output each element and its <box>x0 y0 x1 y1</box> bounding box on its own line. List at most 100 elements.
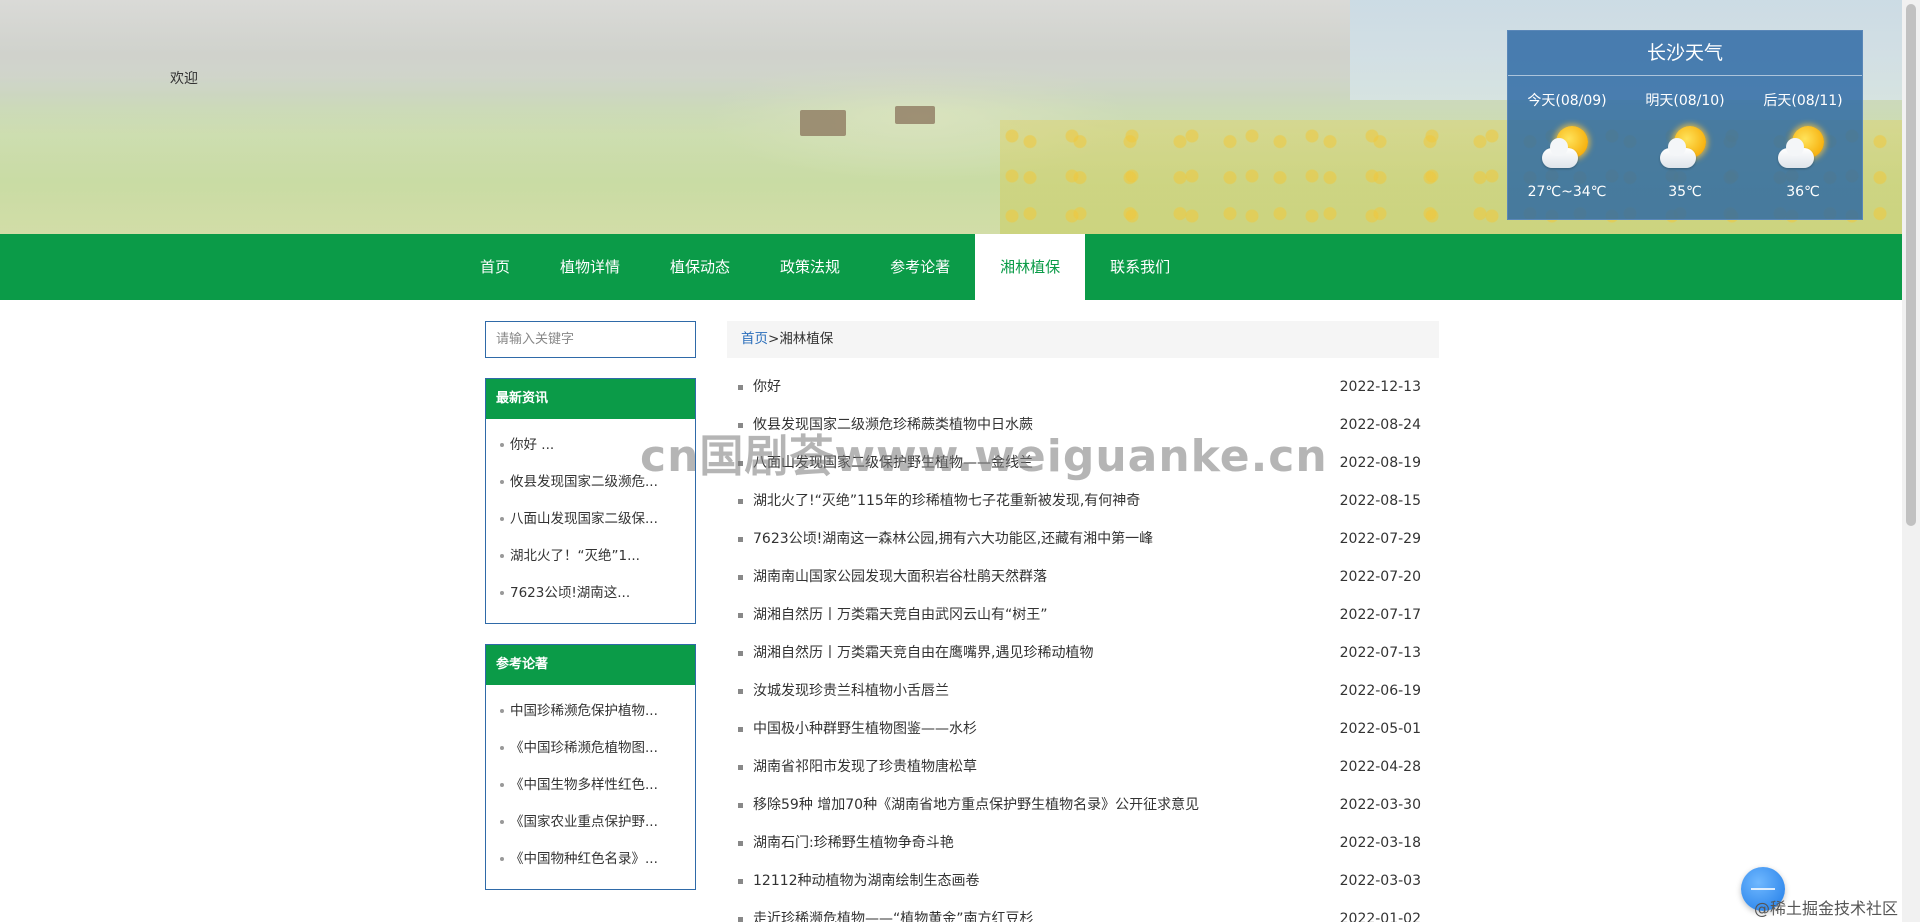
page: 欢迎 长沙天气 今天(08/09) 27℃~34℃ 明天(08/10) 35℃ … <box>0 0 1920 922</box>
nav-item-policies[interactable]: 政策法规 <box>755 234 865 300</box>
search-input[interactable] <box>486 322 695 357</box>
page-scrollbar[interactable] <box>1902 0 1920 922</box>
article-date: 2022-03-18 <box>1339 835 1421 851</box>
bullet-icon <box>500 554 504 558</box>
article-title[interactable]: 移除59种 增加70种《湖南省地方重点保护野生植物名录》公开征求意见 <box>753 786 1199 824</box>
bullet-icon <box>500 857 504 861</box>
banner-hut <box>895 106 935 124</box>
article-title[interactable]: 湖湘自然历丨万类霜天竞自由武冈云山有“树王” <box>753 596 1048 634</box>
weather-day: 明天(08/10) 35℃ <box>1630 90 1740 200</box>
article-date: 2022-05-01 <box>1339 721 1421 737</box>
scrollbar-thumb[interactable] <box>1906 4 1916 526</box>
list-item[interactable]: 《中国生物多样性红色... <box>486 767 695 804</box>
breadcrumb-separator: > <box>768 331 780 347</box>
weather-temp: 27℃~34℃ <box>1527 184 1607 200</box>
bullet-icon <box>738 537 743 542</box>
article-row[interactable]: 走近珍稀濒危植物——“植物黄金”南方红豆杉 2022-01-02 <box>737 900 1421 922</box>
list-item[interactable]: 7623公顷!湖南这... <box>486 575 695 612</box>
panel-title: 参考论著 <box>486 645 695 685</box>
article-title[interactable]: 中国极小种群野生植物图鉴——水杉 <box>753 710 977 748</box>
breadcrumb-current: 湘林植保 <box>779 331 834 347</box>
article-title[interactable]: 走近珍稀濒危植物——“植物黄金”南方红豆杉 <box>753 900 1034 922</box>
breadcrumb-home-link[interactable]: 首页 <box>741 331 768 347</box>
partly-cloudy-icon <box>1778 124 1828 172</box>
watermark-text: cn国剧荟www.weiguanke.cn <box>640 431 1328 482</box>
nav-item-protection-news[interactable]: 植保动态 <box>645 234 755 300</box>
article-title[interactable]: 湖南省祁阳市发现了珍贵植物唐松草 <box>753 748 977 786</box>
bullet-icon <box>500 517 504 521</box>
article-date: 2022-07-17 <box>1339 607 1421 623</box>
article-row[interactable]: 湖湘自然历丨万类霜天竞自由武冈云山有“树王” 2022-07-17 <box>737 596 1421 634</box>
nav-item-references[interactable]: 参考论著 <box>865 234 975 300</box>
article-row[interactable]: 中国极小种群野生植物图鉴——水杉 2022-05-01 <box>737 710 1421 748</box>
weather-day: 后天(08/11) 36℃ <box>1748 90 1858 200</box>
weather-temp: 36℃ <box>1786 184 1820 200</box>
welcome-text: 欢迎 <box>170 71 198 87</box>
article-title[interactable]: 湖南南山国家公园发现大面积岩谷杜鹃天然群落 <box>753 558 1047 596</box>
bullet-icon <box>500 783 504 787</box>
article-title[interactable]: 你好 <box>753 368 781 406</box>
bullet-icon <box>500 591 504 595</box>
nav-item-plant-details[interactable]: 植物详情 <box>535 234 645 300</box>
bullet-icon <box>738 651 743 656</box>
bullet-icon <box>738 803 743 808</box>
article-row[interactable]: 湖南省祁阳市发现了珍贵植物唐松草 2022-04-28 <box>737 748 1421 786</box>
list-item[interactable]: 湖北火了！“灭绝”1... <box>486 538 695 575</box>
article-title[interactable]: 12112种动植物为湖南绘制生态画卷 <box>753 862 980 900</box>
weather-title: 长沙天气 <box>1508 31 1862 76</box>
bullet-icon <box>738 879 743 884</box>
article-date: 2022-12-13 <box>1339 379 1421 395</box>
bullet-icon <box>500 709 504 713</box>
bullet-icon <box>500 443 504 447</box>
article-date: 2022-06-19 <box>1339 683 1421 699</box>
weather-day-label: 明天(08/10) <box>1645 93 1725 109</box>
list-item[interactable]: 《中国物种红色名录》... <box>486 841 695 878</box>
article-title[interactable]: 汝城发现珍贵兰科植物小舌唇兰 <box>753 672 949 710</box>
article-date: 2022-03-03 <box>1339 873 1421 889</box>
article-row[interactable]: 12112种动植物为湖南绘制生态画卷 2022-03-03 <box>737 862 1421 900</box>
bullet-icon <box>738 841 743 846</box>
latest-news-panel: 最新资讯 你好 ... 攸县发现国家二级濒危... 八面山发现国家二级保... … <box>485 378 696 624</box>
article-date: 2022-08-24 <box>1339 417 1421 433</box>
nav-item-xianglin[interactable]: 湘林植保 <box>975 234 1086 300</box>
article-date: 2022-01-02 <box>1339 911 1421 922</box>
banner-hut <box>800 110 846 136</box>
article-row[interactable]: 湖南石门:珍稀野生植物争奇斗艳 2022-03-18 <box>737 824 1421 862</box>
article-row[interactable]: 移除59种 增加70种《湖南省地方重点保护野生植物名录》公开征求意见 2022-0… <box>737 786 1421 824</box>
partly-cloudy-icon <box>1542 124 1592 172</box>
article-row[interactable]: 7623公顷!湖南这一森林公园,拥有六大功能区,还藏有湘中第一峰 2022-07-… <box>737 520 1421 558</box>
banner-mountains <box>0 0 1350 110</box>
article-title[interactable]: 湖北火了!“灭绝”115年的珍稀植物七子花重新被发现,有何神奇 <box>753 482 1140 520</box>
article-date: 2022-07-13 <box>1339 645 1421 661</box>
article-row[interactable]: 湖北火了!“灭绝”115年的珍稀植物七子花重新被发现,有何神奇 2022-08-1… <box>737 482 1421 520</box>
list-item[interactable]: 中国珍稀濒危保护植物... <box>486 693 695 730</box>
bullet-icon <box>500 746 504 750</box>
article-title[interactable]: 湖湘自然历丨万类霜天竞自由在鹰嘴界,遇见珍稀动植物 <box>753 634 1093 672</box>
article-row[interactable]: 汝城发现珍贵兰科植物小舌唇兰 2022-06-19 <box>737 672 1421 710</box>
bullet-icon <box>738 499 743 504</box>
nav-item-contact[interactable]: 联系我们 <box>1085 234 1195 300</box>
article-date: 2022-07-20 <box>1339 569 1421 585</box>
bullet-icon <box>500 820 504 824</box>
weather-day-label: 今天(08/09) <box>1527 93 1607 109</box>
list-item[interactable]: 八面山发现国家二级保... <box>486 501 695 538</box>
article-row[interactable]: 湖南南山国家公园发现大面积岩谷杜鹃天然群落 2022-07-20 <box>737 558 1421 596</box>
article-title[interactable]: 7623公顷!湖南这一森林公园,拥有六大功能区,还藏有湘中第一峰 <box>753 520 1153 558</box>
nav-item-home[interactable]: 首页 <box>455 234 535 300</box>
article-date: 2022-08-15 <box>1339 493 1421 509</box>
bullet-icon <box>738 689 743 694</box>
search-box <box>485 321 696 358</box>
weather-forecast: 今天(08/09) 27℃~34℃ 明天(08/10) 35℃ 后天(08/11… <box>1508 76 1862 200</box>
article-row[interactable]: 湖湘自然历丨万类霜天竞自由在鹰嘴界,遇见珍稀动植物 2022-07-13 <box>737 634 1421 672</box>
bullet-icon <box>738 613 743 618</box>
list-item[interactable]: 《中国珍稀濒危植物图... <box>486 730 695 767</box>
panel-title: 最新资讯 <box>486 379 695 419</box>
bullet-icon <box>500 480 504 484</box>
weather-temp: 35℃ <box>1668 184 1702 200</box>
weather-widget: 长沙天气 今天(08/09) 27℃~34℃ 明天(08/10) 35℃ 后天(… <box>1507 30 1863 220</box>
list-item[interactable]: 《国家农业重点保护野... <box>486 804 695 841</box>
article-row[interactable]: 你好 2022-12-13 <box>737 368 1421 406</box>
article-title[interactable]: 湖南石门:珍稀野生植物争奇斗艳 <box>753 824 954 862</box>
references-panel: 参考论著 中国珍稀濒危保护植物... 《中国珍稀濒危植物图... 《中国生物多样… <box>485 644 696 890</box>
article-date: 2022-04-28 <box>1339 759 1421 775</box>
